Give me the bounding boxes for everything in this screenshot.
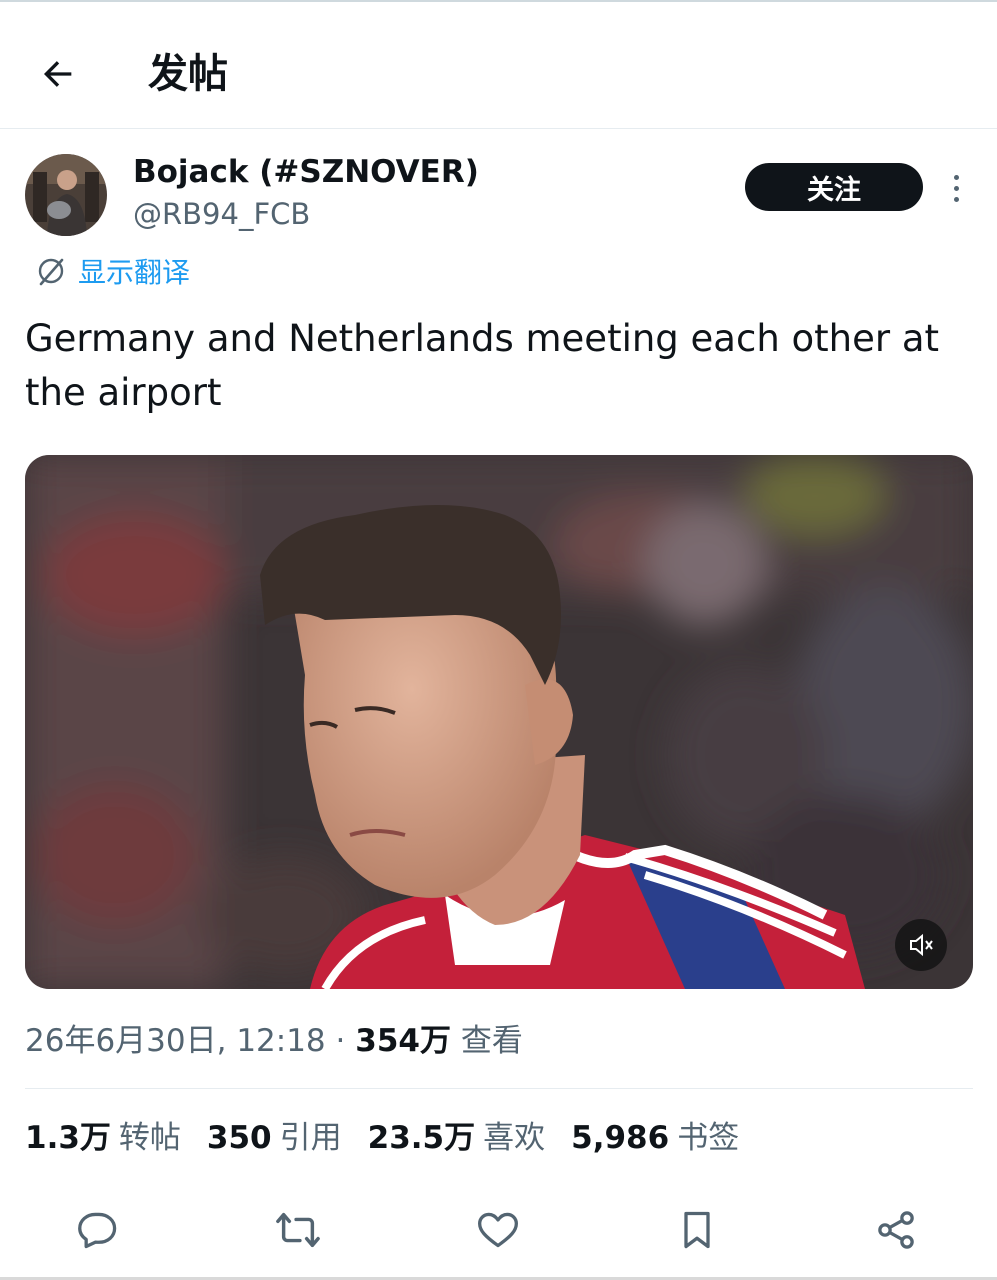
mute-toggle-button[interactable] bbox=[895, 919, 947, 971]
arrow-left-icon bbox=[44, 61, 72, 87]
follow-button[interactable]: 关注 bbox=[745, 163, 923, 211]
meta-divider bbox=[25, 1088, 973, 1089]
tweet-video[interactable] bbox=[25, 455, 973, 989]
tweet-text: Germany and Netherlands meeting each oth… bbox=[25, 317, 940, 414]
stat-label: 喜欢 bbox=[483, 1120, 546, 1156]
stat-label: 书签 bbox=[677, 1120, 740, 1156]
stat-count: 350 bbox=[206, 1120, 272, 1156]
quotes-stat[interactable]: 350 引用 bbox=[207, 1115, 342, 1161]
share-icon bbox=[878, 1211, 914, 1249]
header-divider bbox=[0, 128, 997, 129]
tweet-datetime[interactable]: 26年6月30日, 12:18 bbox=[25, 1023, 326, 1059]
speaker-muted-icon bbox=[910, 933, 933, 957]
user-handle[interactable]: @RB94_FCB bbox=[133, 194, 310, 234]
reply-button[interactable] bbox=[73, 1204, 125, 1256]
retweets-stat[interactable]: 1.3万 转帖 bbox=[25, 1115, 181, 1161]
more-options-button[interactable] bbox=[940, 168, 972, 208]
bookmarks-stat[interactable]: 5,986 书签 bbox=[571, 1115, 739, 1161]
display-name[interactable]: Bojack (#SZNOVER) bbox=[133, 152, 479, 192]
stat-count: 5,986 bbox=[571, 1120, 670, 1156]
meta-separator: · bbox=[335, 1023, 346, 1059]
like-icon bbox=[478, 1212, 518, 1248]
stat-label: 引用 bbox=[279, 1120, 342, 1156]
more-dot-icon bbox=[953, 174, 959, 180]
views-label: 查看 bbox=[460, 1023, 523, 1059]
show-translation-link[interactable]: 显示翻译 bbox=[34, 250, 190, 292]
retweet-icon bbox=[276, 1212, 320, 1248]
bookmark-button[interactable] bbox=[671, 1204, 723, 1256]
tweet-metadata: 26年6月30日, 12:18 · 354万 查看 bbox=[25, 1018, 523, 1064]
share-button[interactable] bbox=[870, 1204, 922, 1256]
more-dot-icon bbox=[953, 196, 959, 202]
stat-count: 1.3万 bbox=[25, 1120, 111, 1156]
more-dot-icon bbox=[953, 185, 959, 191]
likes-stat[interactable]: 23.5万 喜欢 bbox=[368, 1115, 546, 1161]
avatar[interactable] bbox=[25, 154, 107, 236]
translate-globe-icon bbox=[38, 258, 64, 286]
stat-count: 23.5万 bbox=[367, 1120, 476, 1156]
views-count: 354万 bbox=[355, 1023, 451, 1059]
action-bar bbox=[0, 1200, 997, 1260]
reply-icon bbox=[78, 1212, 117, 1249]
page-title: 发帖 bbox=[148, 51, 228, 97]
like-button[interactable] bbox=[472, 1204, 524, 1256]
header: 发帖 bbox=[0, 2, 997, 128]
translate-label: 显示翻译 bbox=[78, 256, 191, 289]
back-button[interactable] bbox=[30, 46, 86, 102]
bookmark-icon bbox=[684, 1211, 710, 1249]
stat-label: 转帖 bbox=[118, 1120, 181, 1156]
retweet-button[interactable] bbox=[272, 1204, 324, 1256]
engagement-stats: 1.3万 转帖 350 引用 23.5万 喜欢 5,986 书签 bbox=[25, 1115, 739, 1161]
